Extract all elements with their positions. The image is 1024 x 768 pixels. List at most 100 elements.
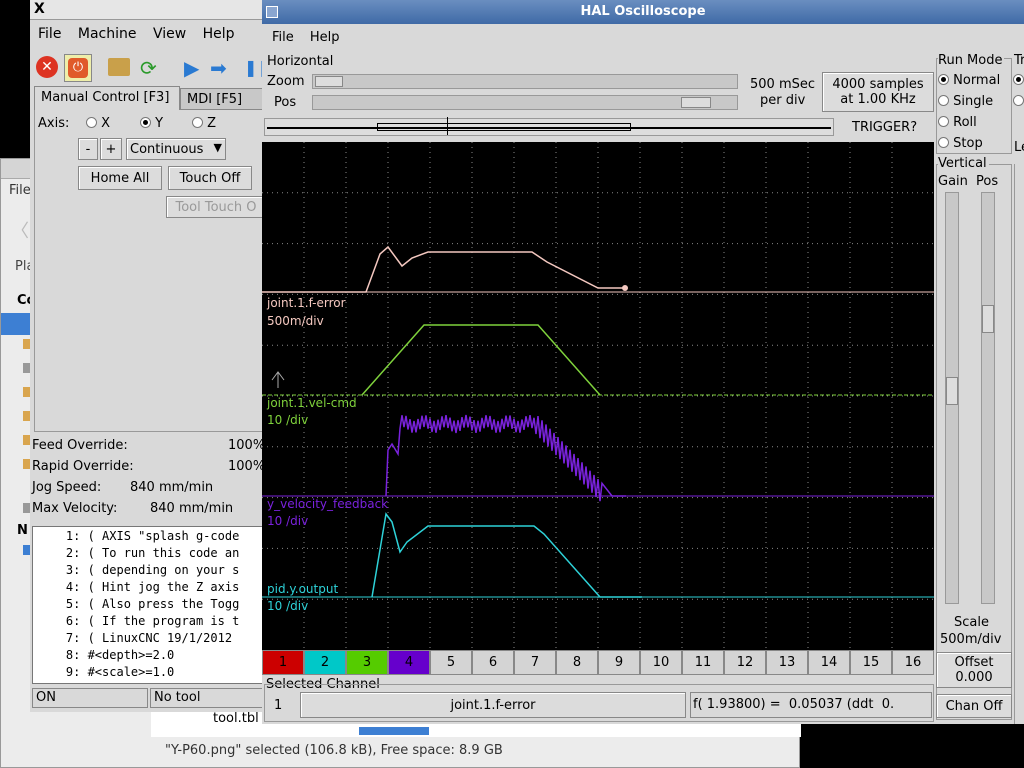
trace-scale-1: 500m/div [267, 314, 324, 328]
gcode-line[interactable]: 8: #<depth>=2.0 [37, 648, 265, 665]
channel-button-1[interactable]: 1 [262, 650, 304, 675]
scope-menubar: File Help [272, 30, 352, 45]
trace-pid [371, 512, 642, 598]
channel-button-10[interactable]: 10 [640, 650, 682, 675]
channel-button-12[interactable]: 12 [724, 650, 766, 675]
gcode-line-number: 3: [37, 563, 88, 577]
file-name[interactable]: tool.tbl [213, 711, 259, 726]
selected-channel-source[interactable]: joint.1.f-error [300, 692, 686, 718]
scope-display[interactable]: joint.1.f-error 500m/div joint.1.vel-cmd… [262, 142, 934, 650]
back-arrow-icon[interactable]: 〈 [11, 217, 29, 243]
samples-line1: 4000 samples [832, 77, 924, 92]
offset-label: Offset [954, 655, 994, 670]
trace-name-3: y_velocity_feedback [267, 497, 389, 511]
axis-x-label: X [101, 116, 111, 131]
tab-mdi[interactable]: MDI [F5] [180, 88, 266, 110]
capture-progress [264, 117, 834, 136]
gcode-line[interactable]: 5: ( Also press the Togg [37, 597, 265, 614]
samples-button[interactable]: 4000 samples at 1.00 KHz [822, 72, 934, 112]
jog-minus-button[interactable]: - [78, 138, 98, 160]
scope-menu-help[interactable]: Help [310, 30, 340, 45]
trace-scale-4: 10 /div [267, 599, 309, 613]
zoom-slider-thumb[interactable] [315, 76, 343, 87]
channel-button-6[interactable]: 6 [472, 650, 514, 675]
run-icon[interactable]: ▶ [184, 56, 199, 80]
jog-mode-select[interactable]: Continuous ▼ [126, 138, 226, 160]
channel-button-4[interactable]: 4 [388, 650, 430, 675]
axis-radio-z[interactable]: Z [192, 116, 216, 131]
channel-button-5[interactable]: 5 [430, 650, 472, 675]
run-mode-stop[interactable]: Stop [938, 136, 983, 151]
trigger-radio[interactable] [1013, 73, 1024, 88]
selected-row[interactable] [1, 313, 31, 335]
axis-radio-x[interactable]: X [86, 116, 110, 131]
file-selection-highlight [359, 727, 429, 735]
home-all-button[interactable]: Home All [78, 166, 162, 190]
network-label: N [17, 523, 28, 538]
gcode-listing[interactable]: 1: ( AXIS "splash g-code 2: ( To run thi… [32, 526, 266, 684]
run-mode-single[interactable]: Single [938, 94, 993, 109]
reload-icon[interactable]: ⟳ [140, 56, 157, 80]
scale-label: Scale [954, 615, 989, 630]
scope-menu-file[interactable]: File [272, 30, 294, 45]
axis-radio-y[interactable]: Y [140, 116, 163, 131]
trace-name-1: joint.1.f-error [267, 296, 346, 310]
file-menu[interactable]: File [9, 183, 31, 198]
jog-mode-value: Continuous [130, 141, 204, 157]
file-status-bar: "Y-P60.png" selected (106.8 kB), Free sp… [165, 743, 503, 758]
channel-button-2[interactable]: 2 [304, 650, 346, 675]
trace-ferror [262, 245, 626, 293]
right-panel-edge [1014, 164, 1024, 724]
trigger-radio[interactable] [1013, 94, 1024, 109]
rapid-override-value: 100% [228, 459, 266, 474]
gcode-line[interactable]: 3: ( depending on your s [37, 563, 265, 580]
vpos-slider-thumb[interactable] [982, 305, 994, 333]
channel-button-16[interactable]: 16 [892, 650, 934, 675]
gcode-line[interactable]: 9: #<scale>=1.0 [37, 665, 265, 682]
gain-slider[interactable] [945, 192, 959, 604]
menu-help[interactable]: Help [203, 26, 235, 42]
offset-button[interactable]: Offset 0.000 [936, 652, 1012, 688]
channel-button-14[interactable]: 14 [808, 650, 850, 675]
channel-button-7[interactable]: 7 [514, 650, 556, 675]
gcode-line-text: #<scale>=1.0 [87, 665, 175, 679]
gcode-line-text: ( To run this code an [87, 546, 240, 560]
pos-slider[interactable] [312, 95, 738, 110]
run-mode-roll[interactable]: Roll [938, 115, 977, 130]
tool-touch-off-button[interactable]: Tool Touch O [166, 196, 266, 218]
estop-button[interactable]: ✕ [36, 56, 58, 78]
vpos-slider[interactable] [981, 192, 995, 604]
touch-off-button[interactable]: Touch Off [168, 166, 252, 190]
run-mode-normal[interactable]: Normal [938, 73, 1000, 88]
window-menu-icon[interactable] [266, 6, 278, 18]
open-file-icon[interactable] [108, 58, 130, 76]
channel-button-13[interactable]: 13 [766, 650, 808, 675]
run-mode-normal-label: Normal [953, 73, 1001, 88]
timebase-line1: 500 mSec [750, 77, 816, 92]
tab-manual-control[interactable]: Manual Control [F3] [34, 86, 180, 110]
pos-slider-thumb[interactable] [681, 97, 711, 108]
gcode-line[interactable]: 7: ( LinuxCNC 19/1/2012 [37, 631, 265, 648]
vertical-label: Vertical [938, 156, 989, 171]
channel-button-8[interactable]: 8 [556, 650, 598, 675]
power-button[interactable]: ⏻ [64, 54, 92, 82]
gcode-line[interactable]: 1: ( AXIS "splash g-code [37, 529, 265, 546]
channel-button-3[interactable]: 3 [346, 650, 388, 675]
gcode-line[interactable]: 4: ( Hint jog the Z axis [37, 580, 265, 597]
menu-machine[interactable]: Machine [78, 26, 137, 42]
gcode-line[interactable]: 2: ( To run this code an [37, 546, 265, 563]
channel-button-15[interactable]: 15 [850, 650, 892, 675]
chan-off-button[interactable]: Chan Off [936, 694, 1012, 718]
trace-scale-3: 10 /div [267, 514, 309, 528]
menu-view[interactable]: View [153, 26, 186, 42]
gain-slider-thumb[interactable] [946, 377, 958, 405]
jog-plus-button[interactable]: + [100, 138, 122, 160]
axis-z-label: Z [207, 116, 217, 131]
gcode-line[interactable]: 6: ( If the program is t [37, 614, 265, 631]
menu-file[interactable]: File [38, 26, 61, 42]
timebase-line2: per div [760, 93, 806, 108]
zoom-slider[interactable] [312, 74, 738, 89]
step-icon[interactable]: ➡ [210, 56, 227, 80]
channel-button-9[interactable]: 9 [598, 650, 640, 675]
channel-button-11[interactable]: 11 [682, 650, 724, 675]
